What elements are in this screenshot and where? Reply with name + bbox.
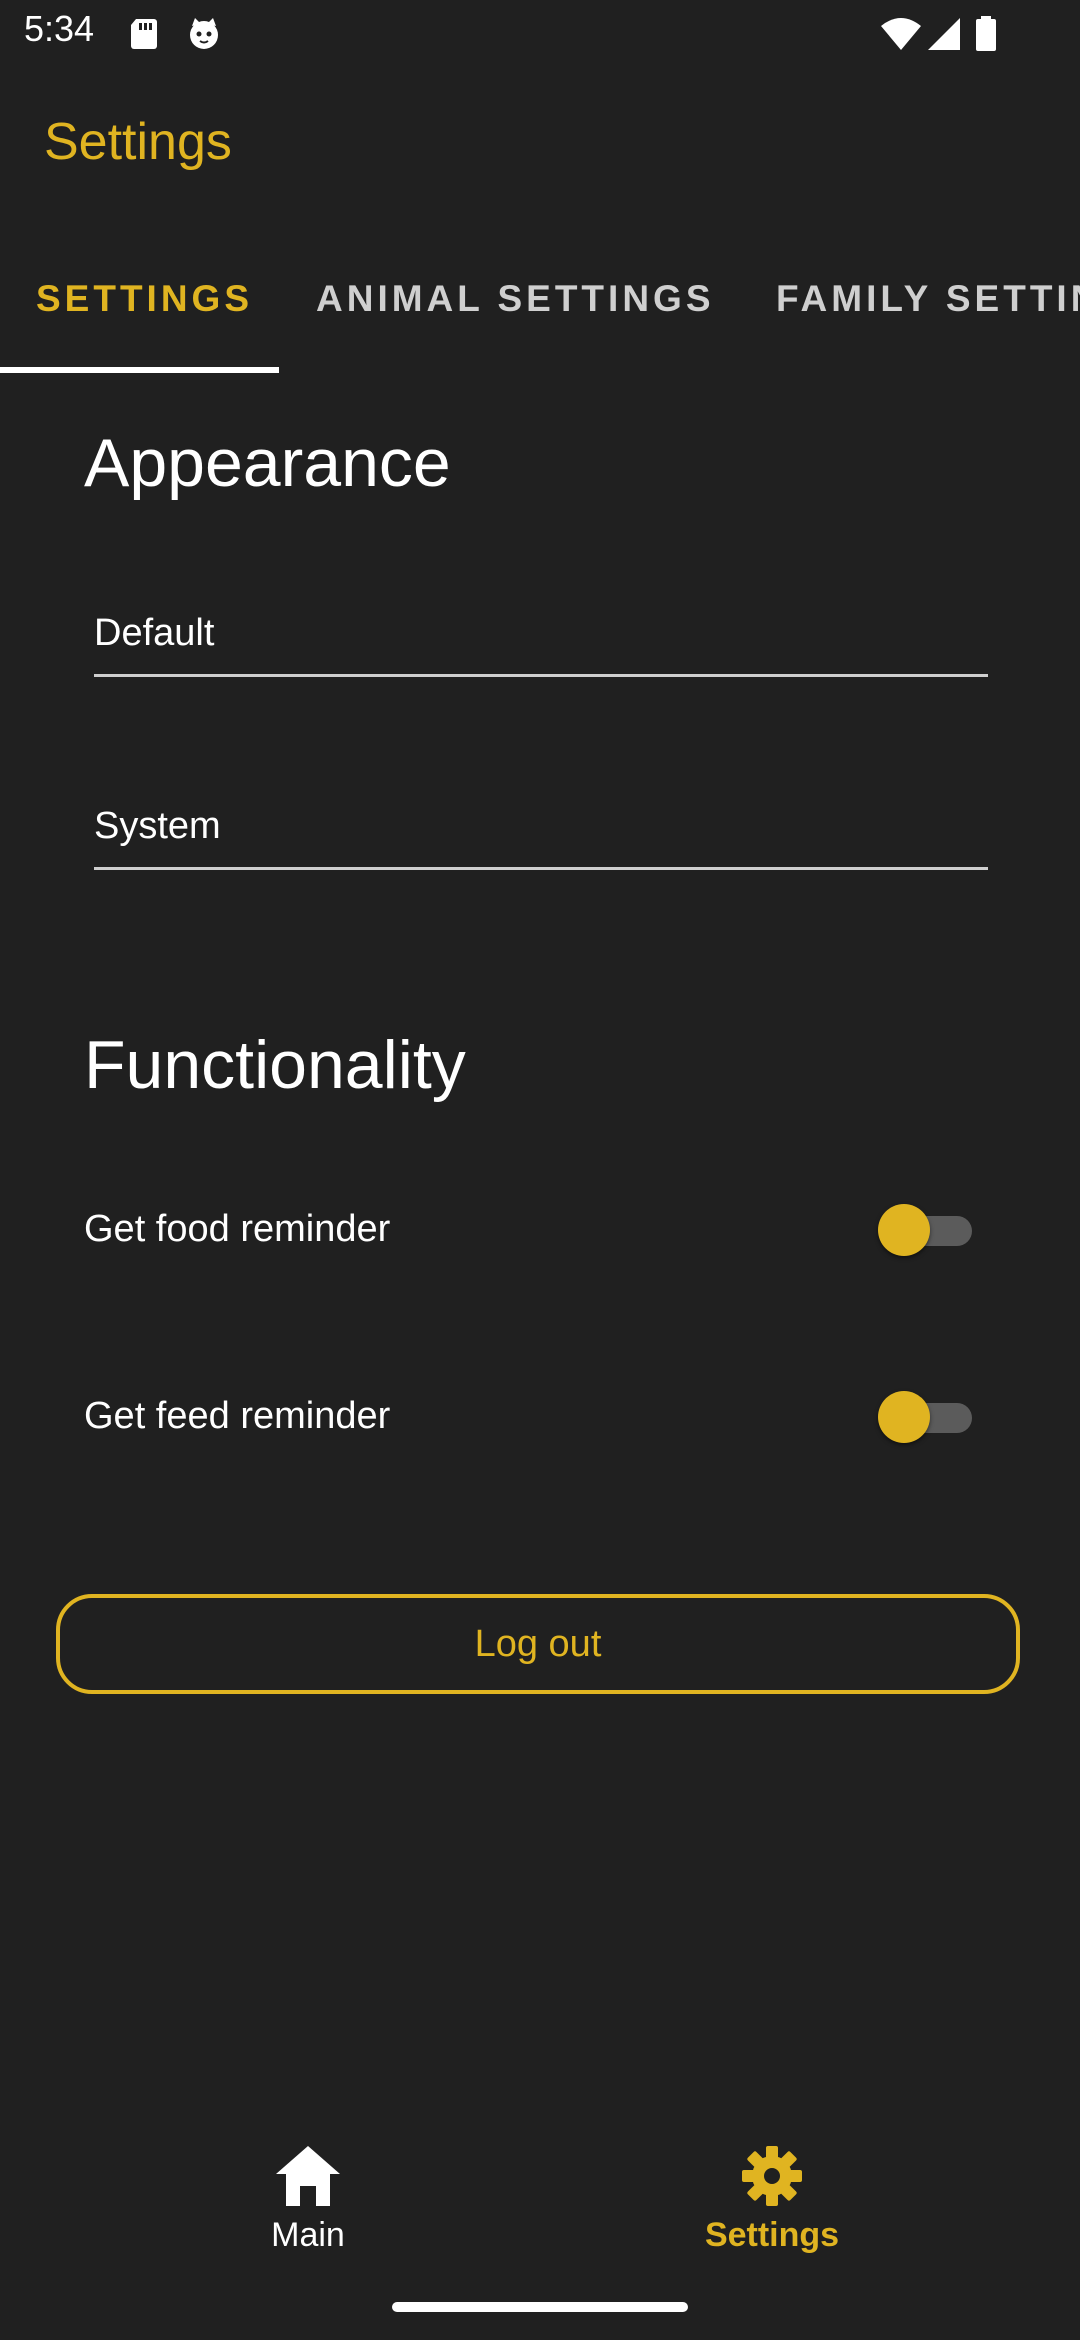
sd-card-icon [131,19,157,49]
functionality-heading: Functionality [84,1027,466,1103]
cat-face-icon [190,18,218,49]
theme-field[interactable]: Default [94,604,988,677]
feed-reminder-switch[interactable] [878,1391,972,1443]
signal-icon [928,18,960,50]
tab-settings[interactable]: SETTINGS [36,278,253,320]
mode-field-value: System [94,805,221,847]
tab-animal-settings[interactable]: ANIMAL SETTINGS [316,278,715,320]
home-indicator[interactable] [392,2302,688,2312]
tab-family-settings[interactable]: FAMILY SETTIN [776,278,1080,320]
page-title: Settings [44,113,232,171]
food-reminder-label: Get food reminder [84,1208,391,1250]
nav-item-main[interactable]: Main [158,2140,458,2280]
theme-field-value: Default [94,612,215,654]
nav-label-settings: Settings [704,2216,840,2254]
food-reminder-switch[interactable] [878,1204,972,1256]
switch-thumb [878,1391,930,1443]
nav-label-main: Main [271,2216,345,2254]
home-icon [276,2146,340,2206]
wifi-icon [881,18,921,50]
bottom-navigation: Main Settings [0,2120,1080,2290]
appearance-heading: Appearance [84,425,451,501]
feed-reminder-row: Get feed reminder [84,1377,984,1457]
nav-item-settings[interactable]: Settings [622,2140,922,2280]
gear-icon [742,2146,802,2206]
food-reminder-row: Get food reminder [84,1190,984,1270]
mode-field[interactable]: System [94,797,988,870]
settings-screen: 5:34 Settings SETTINGS ANIMAL SETTINGS F… [0,0,1080,2340]
status-bar: 5:34 [0,0,1080,66]
feed-reminder-label: Get feed reminder [84,1395,391,1437]
tab-bar: SETTINGS ANIMAL SETTINGS FAMILY SETTIN [0,248,1080,374]
switch-thumb [878,1204,930,1256]
logout-button[interactable]: Log out [56,1594,1020,1694]
battery-icon [976,16,996,51]
tab-indicator [0,367,279,373]
status-time: 5:34 [24,8,95,49]
